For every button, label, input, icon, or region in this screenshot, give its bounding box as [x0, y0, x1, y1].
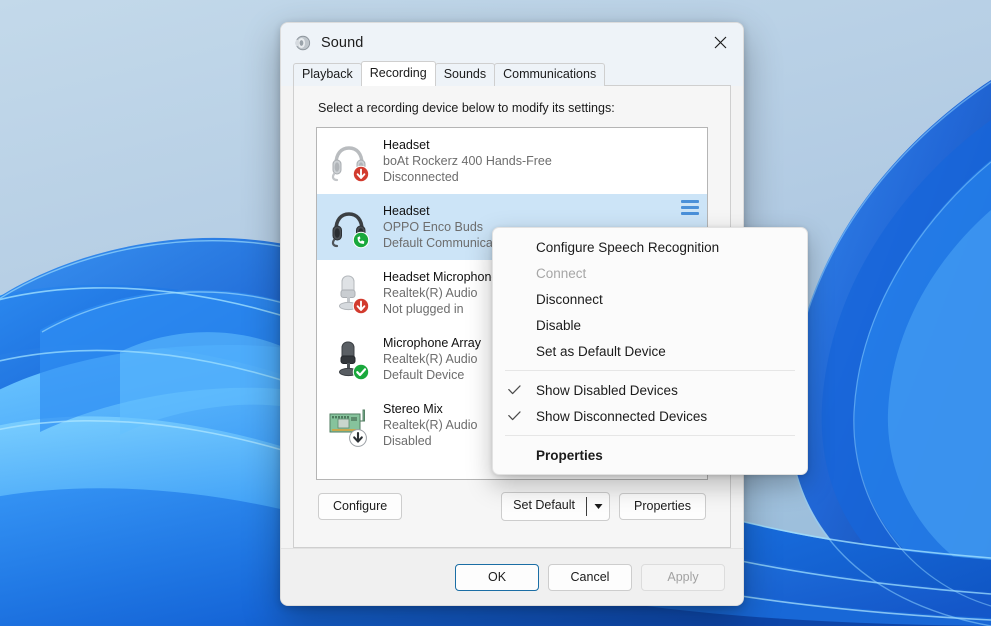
menu-item-disconnect[interactable]: Disconnect	[493, 286, 807, 312]
device-status: Disconnected	[383, 170, 459, 184]
device-name: Headset	[383, 204, 430, 218]
menu-item-label: Disable	[536, 317, 582, 333]
menu-item-show-disabled-devices[interactable]: Show Disabled Devices	[493, 377, 807, 403]
set-default-split-button[interactable]: Set Default	[501, 492, 611, 521]
device-row-headset-boat[interactable]: Headset boAt Rockerz 400 Hands-Free Disc…	[317, 128, 707, 194]
checkmark-icon	[508, 385, 521, 395]
input-level-meter	[681, 200, 699, 215]
menu-item-disable[interactable]: Disable	[493, 312, 807, 338]
close-window-button[interactable]	[697, 23, 743, 62]
microphone-icon	[325, 335, 373, 383]
dialog-footer: OK Cancel Apply	[281, 548, 743, 605]
menu-item-label: Properties	[536, 447, 603, 463]
menu-item-label: Configure Speech Recognition	[536, 239, 720, 255]
menu-item-label: Show Disabled Devices	[536, 382, 678, 398]
menu-item-label: Disconnect	[536, 291, 603, 307]
device-description: boAt Rockerz 400 Hands-Free	[383, 154, 552, 168]
microphone-icon	[325, 269, 373, 317]
check-column	[493, 385, 536, 395]
tab-strip: Playback Recording Sounds Communications	[281, 61, 743, 86]
check-column	[493, 411, 536, 421]
device-context-menu: Configure Speech Recognition Connect Dis…	[492, 227, 808, 475]
menu-separator	[505, 435, 795, 436]
set-default-dropdown-button[interactable]	[587, 493, 609, 520]
window-title: Sound	[321, 34, 364, 51]
menu-item-show-disconnected-devices[interactable]: Show Disconnected Devices	[493, 403, 807, 429]
menu-item-label: Set as Default Device	[536, 343, 666, 359]
headset-icon	[325, 137, 373, 185]
headset-icon	[325, 203, 373, 251]
cancel-button[interactable]: Cancel	[548, 563, 632, 591]
menu-item-label: Connect	[536, 265, 587, 281]
tab-playback[interactable]: Playback	[293, 63, 362, 86]
tab-communications[interactable]: Communications	[494, 63, 606, 86]
apply-button[interactable]: Apply	[641, 563, 725, 591]
menu-item-properties[interactable]: Properties	[493, 442, 807, 468]
menu-item-label: Show Disconnected Devices	[536, 408, 708, 424]
sound-speaker-icon	[295, 35, 311, 50]
device-name: Headset	[383, 138, 430, 152]
tab-recording[interactable]: Recording	[360, 61, 436, 86]
chevron-down-icon	[594, 504, 603, 509]
close-icon	[714, 36, 726, 49]
menu-item-connect[interactable]: Connect	[493, 260, 807, 286]
ok-button[interactable]: OK	[455, 563, 539, 591]
tab-sounds[interactable]: Sounds	[434, 63, 496, 86]
menu-item-configure-speech-recognition[interactable]: Configure Speech Recognition	[493, 234, 807, 260]
set-default-button[interactable]: Set Default	[502, 493, 586, 520]
sound-card-icon	[325, 401, 373, 449]
menu-item-set-as-default-device[interactable]: Set as Default Device	[493, 338, 807, 364]
menu-separator	[505, 370, 795, 371]
properties-button[interactable]: Properties	[619, 493, 706, 520]
configure-button[interactable]: Configure	[318, 493, 403, 520]
device-action-button-row: Configure Set Default Properties	[316, 480, 708, 535]
panel-hint-text: Select a recording device below to modif…	[318, 101, 615, 115]
checkmark-icon	[508, 411, 521, 421]
window-titlebar: Sound	[281, 23, 743, 62]
